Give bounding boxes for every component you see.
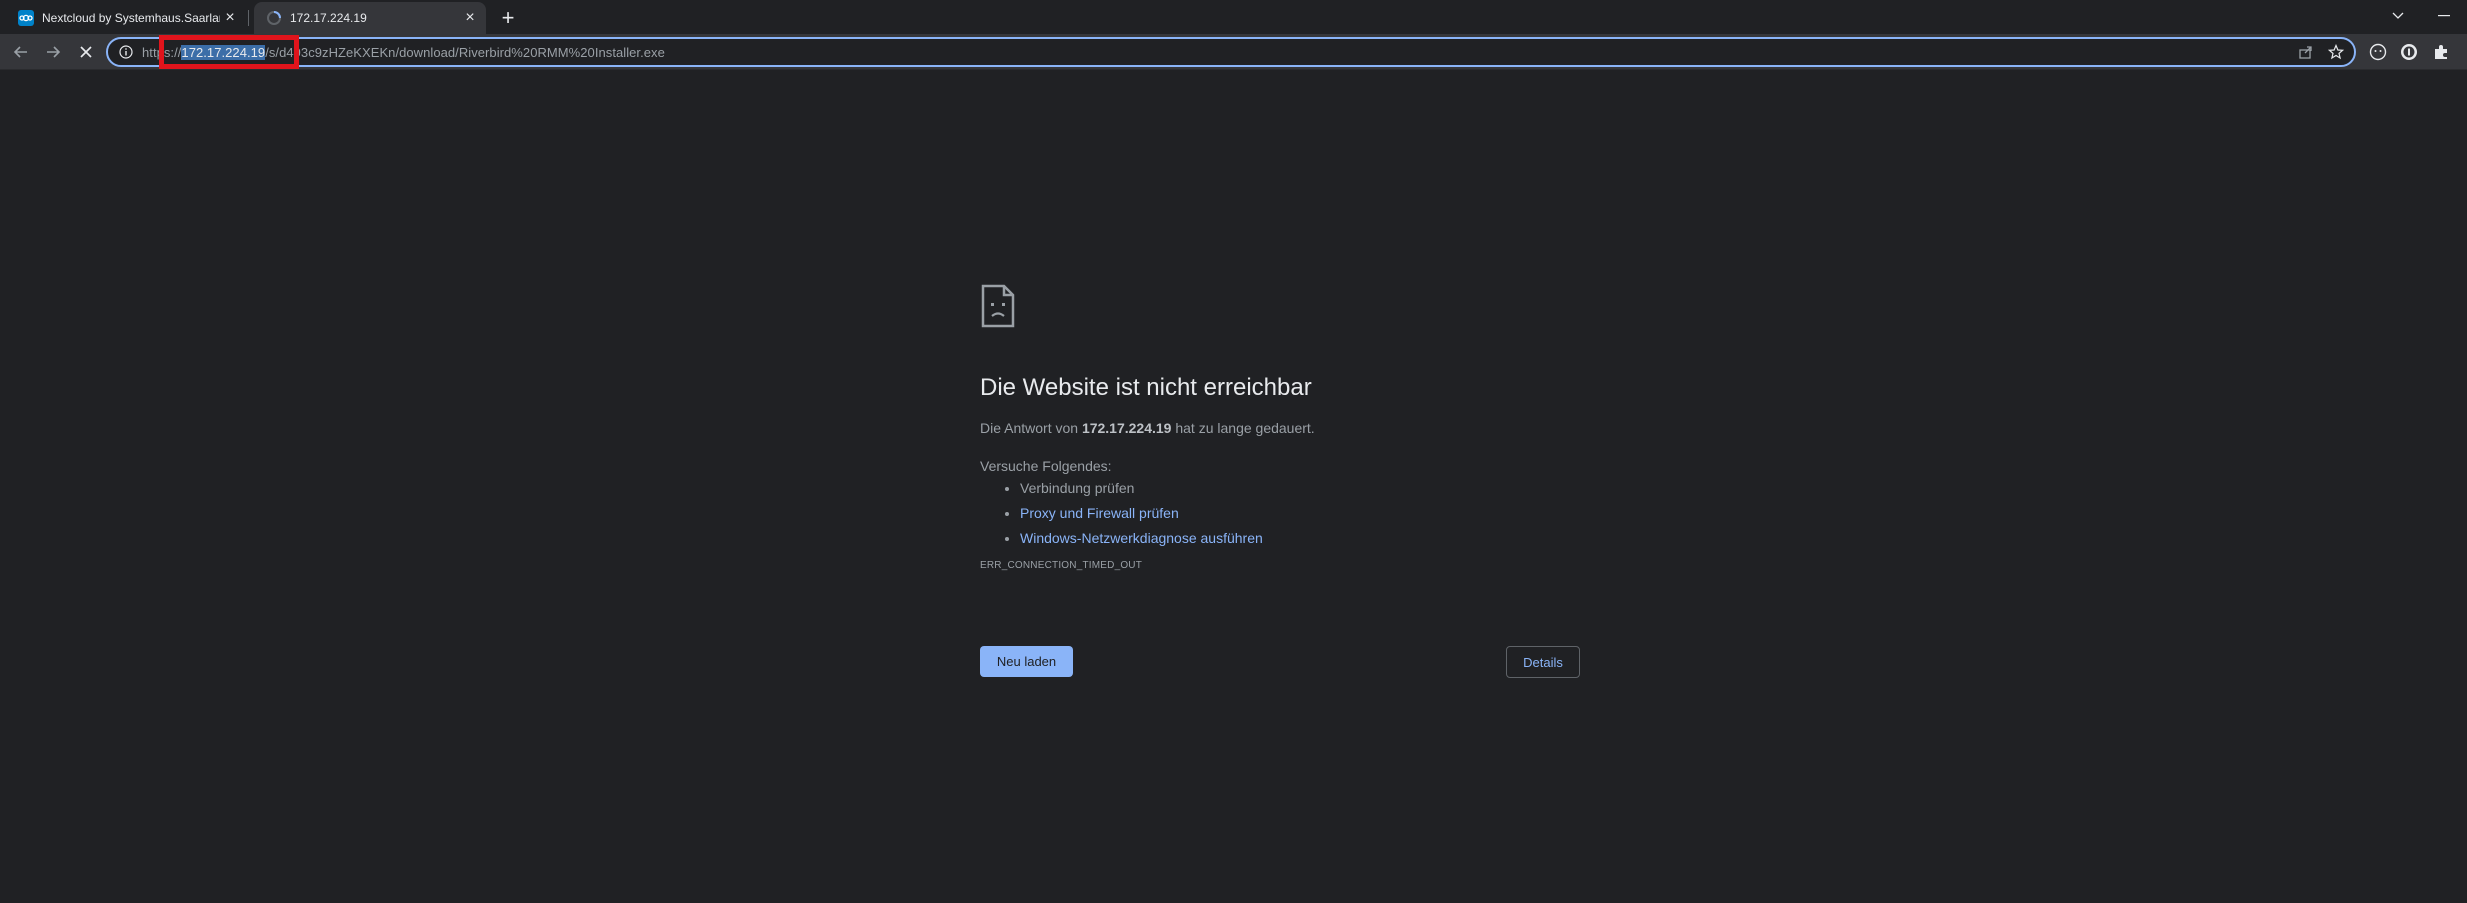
minimize-icon[interactable]: [2426, 2, 2462, 30]
tab-close-icon[interactable]: ×: [460, 8, 480, 28]
new-tab-icon[interactable]: +: [496, 6, 520, 30]
tab-title: Nextcloud by Systemhaus.Saarland: [42, 11, 220, 25]
tab-strip: Nextcloud by Systemhaus.Saarland × 172.1…: [0, 0, 2467, 34]
error-desc-host: 172.17.224.19: [1081, 420, 1172, 436]
suggestions-label: Versuche Folgendes:: [980, 458, 1112, 474]
browser-toolbar: https://172.17.224.19/s/d493c9zHZeKXEKn/…: [0, 34, 2467, 70]
sad-document-icon: [980, 284, 1016, 328]
url-text[interactable]: https://172.17.224.19/s/d493c9zHZeKXEKn/…: [142, 44, 665, 60]
url-path: /s/d493c9zHZeKXEKn/download/Riverbird%20…: [265, 44, 665, 60]
details-button[interactable]: Details: [1506, 646, 1580, 678]
tab-search-chevron-icon[interactable]: [2380, 2, 2416, 30]
loading-spinner-icon: [266, 10, 282, 26]
extension-face-icon[interactable]: [2368, 42, 2388, 62]
suggestion-proxy-firewall-link[interactable]: Proxy und Firewall prüfen: [1020, 505, 1580, 521]
error-description: Die Antwort von 172.17.224.19 hat zu lan…: [980, 420, 1580, 436]
url-scheme: https://: [142, 44, 182, 60]
address-bar[interactable]: https://172.17.224.19/s/d493c9zHZeKXEKn/…: [106, 37, 2356, 67]
url-host: 172.17.224.19: [181, 44, 266, 60]
tab-title: 172.17.224.19: [290, 11, 367, 25]
error-code: ERR_CONNECTION_TIMED_OUT: [980, 560, 1143, 571]
site-info-icon[interactable]: [116, 42, 136, 62]
error-heading: Die Website ist nicht erreichbar: [980, 374, 1312, 401]
tab-active[interactable]: 172.17.224.19 ×: [254, 2, 486, 34]
suggestions-list: Verbindung prüfen Proxy und Firewall prü…: [1020, 480, 1580, 546]
error-desc-suffix: hat zu lange gedauert.: [1171, 420, 1315, 436]
reload-button[interactable]: Neu laden: [980, 646, 1073, 677]
share-icon[interactable]: [2296, 42, 2316, 62]
tab-nextcloud[interactable]: Nextcloud by Systemhaus.Saarland ×: [6, 2, 246, 34]
bookmark-star-icon[interactable]: [2326, 42, 2346, 62]
password-manager-icon[interactable]: [2399, 42, 2419, 62]
nextcloud-icon: [18, 10, 34, 26]
stop-loading-icon[interactable]: [72, 38, 100, 66]
error-desc-prefix: Die Antwort von: [980, 420, 1082, 436]
back-arrow-icon[interactable]: [7, 38, 35, 66]
tab-separator: [248, 10, 249, 26]
error-page: Die Website ist nicht erreichbar Die Ant…: [980, 284, 1580, 571]
suggestion-network-diagnostics-link[interactable]: Windows-Netzwerkdiagnose ausführen: [1020, 530, 1580, 546]
forward-arrow-icon[interactable]: [39, 38, 67, 66]
suggestion-check-connection: Verbindung prüfen: [1020, 480, 1580, 496]
extensions-puzzle-icon[interactable]: [2431, 42, 2451, 62]
tab-close-icon[interactable]: ×: [220, 8, 240, 28]
